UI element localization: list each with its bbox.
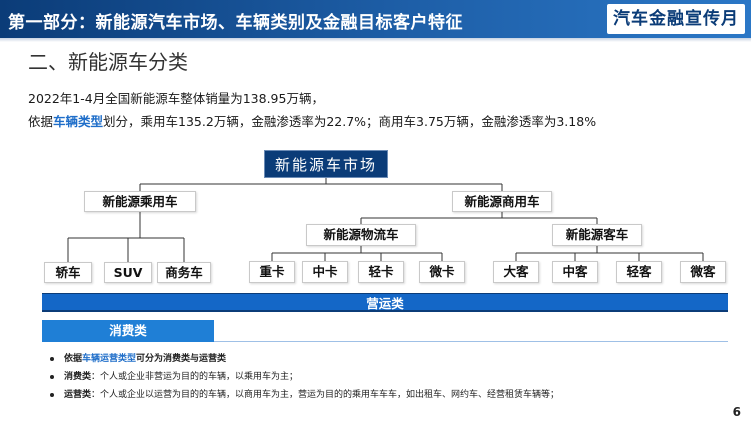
- note-basis-highlight: 车辆运营类型: [82, 354, 137, 364]
- node-light-bus: 轻客: [616, 261, 662, 283]
- node-nev-bus: 新能源客车: [552, 224, 642, 246]
- note-operating-term: 运营类: [64, 390, 92, 400]
- node-light-truck: 轻卡: [358, 261, 404, 283]
- node-heavy-truck: 重卡: [249, 261, 295, 283]
- node-mini-bus: 微客: [680, 261, 726, 283]
- consumer-bar-underline: [214, 341, 728, 342]
- bullet-icon: [50, 393, 54, 397]
- node-nev-passenger: 新能源乘用车: [84, 191, 196, 212]
- node-medium-truck: 中卡: [302, 261, 348, 283]
- bullet-icon: [50, 375, 54, 379]
- node-sedan: 轿车: [44, 262, 92, 283]
- tree-root-nev-market: 新能源车市场: [264, 150, 388, 178]
- node-nev-commercial: 新能源商用车: [452, 191, 552, 212]
- note-item-consumer: 消费类：个人或企业非营运为目的的车辆，以乘用车为主；: [48, 368, 559, 386]
- note-consumer-text: ：个人或企业非营运为目的的车辆，以乘用车为主；: [91, 372, 299, 382]
- node-mpv: 商务车: [157, 262, 211, 283]
- page-number: 6: [732, 405, 741, 419]
- notes-list: 依据车辆运营类型可分为消费类与运营类 消费类：个人或企业非营运为目的的车辆，以乘…: [48, 350, 559, 404]
- note-basis-prefix: 依据: [64, 354, 83, 364]
- node-mini-truck: 微卡: [419, 261, 465, 283]
- node-nev-logistics: 新能源物流车: [306, 224, 416, 246]
- note-consumer-term: 消费类: [64, 372, 92, 382]
- node-large-bus: 大客: [493, 261, 539, 283]
- node-suv: SUV: [104, 262, 152, 283]
- consumer-category-bar: 消费类: [42, 320, 214, 342]
- bullet-icon: [50, 357, 54, 361]
- note-item-operating: 运营类：个人或企业以运营为目的的车辆，以商用车为主，营运为目的的乘用车车车，如出…: [48, 386, 559, 404]
- note-operating-text: ：个人或企业以运营为目的的车辆，以商用车为主，营运为目的的乘用车车车，如出租车、…: [91, 390, 560, 400]
- node-medium-bus: 中客: [552, 261, 598, 283]
- note-item-basis: 依据车辆运营类型可分为消费类与运营类: [48, 350, 559, 368]
- operating-category-bar: 营运类: [42, 293, 728, 312]
- note-basis-suffix: 可分为消费类与运营类: [136, 354, 227, 364]
